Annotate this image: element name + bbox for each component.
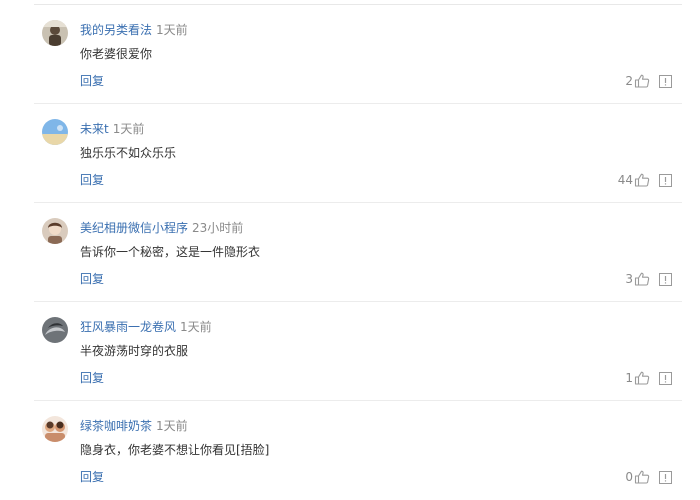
comment-text: 告诉你一个秘密，这是一件隐形衣	[80, 245, 261, 259]
timestamp: 23小时前	[192, 221, 244, 235]
comment-item: 绿茶咖啡奶茶 1天前 隐身衣，你老婆不想让你看见[捂脸] 回复 0	[0, 401, 700, 500]
comment-text: 你老婆很爱你	[80, 47, 153, 61]
thumbs-up-icon[interactable]	[634, 371, 650, 385]
timestamp: 1天前	[112, 122, 145, 136]
like-count: 1	[625, 371, 633, 385]
like-count: 0	[625, 470, 633, 484]
comment-meta: 绿茶咖啡奶茶 1天前	[80, 417, 188, 435]
report-icon[interactable]	[659, 371, 672, 385]
thumbs-up-icon[interactable]	[634, 470, 650, 484]
comment-meta: 狂风暴雨一龙卷风 1天前	[80, 318, 212, 336]
report-icon[interactable]	[659, 74, 672, 88]
reply-button[interactable]: 回复	[80, 468, 104, 486]
timestamp: 1天前	[156, 419, 188, 433]
username-link[interactable]: 美纪相册微信小程序	[80, 221, 188, 235]
thumbs-up-icon[interactable]	[634, 173, 650, 187]
comment-item: 我的另类看法 1天前 你老婆很爱你 回复 2	[0, 5, 700, 104]
comment-actions: 1	[625, 369, 672, 387]
username-link[interactable]: 狂风暴雨一龙卷风	[80, 320, 176, 334]
comment-actions: 3	[625, 270, 672, 288]
comment-meta: 未来t 1天前	[80, 120, 144, 138]
timestamp: 1天前	[180, 320, 212, 334]
reply-button[interactable]: 回复	[80, 171, 104, 189]
timestamp: 1天前	[156, 23, 188, 37]
username-link[interactable]: 未来t	[80, 122, 109, 136]
comment-meta: 美纪相册微信小程序 23小时前	[80, 219, 243, 237]
comment-actions: 0	[625, 468, 672, 486]
like-count: 2	[625, 74, 633, 88]
username-link[interactable]: 我的另类看法	[80, 23, 152, 37]
comment-actions: 2	[625, 72, 672, 90]
avatar[interactable]	[42, 218, 68, 244]
avatar[interactable]	[42, 20, 68, 46]
reply-button[interactable]: 回复	[80, 72, 104, 90]
report-icon[interactable]	[659, 470, 672, 484]
comment-actions: 44	[618, 171, 672, 189]
reply-button[interactable]: 回复	[80, 270, 104, 288]
comment-text: 半夜游荡时穿的衣服	[80, 344, 189, 358]
comment-meta: 我的另类看法 1天前	[80, 21, 188, 39]
comment-text: 隐身衣，你老婆不想让你看见[捂脸]	[80, 443, 270, 457]
reply-button[interactable]: 回复	[80, 369, 104, 387]
comment-item: 狂风暴雨一龙卷风 1天前 半夜游荡时穿的衣服 回复 1	[0, 302, 700, 401]
username-link[interactable]: 绿茶咖啡奶茶	[80, 419, 152, 433]
report-icon[interactable]	[659, 272, 672, 286]
comment-item: 未来t 1天前 独乐乐不如众乐乐 回复 44	[0, 104, 700, 203]
comment-item: 美纪相册微信小程序 23小时前 告诉你一个秘密，这是一件隐形衣 回复 3	[0, 203, 700, 302]
like-count: 3	[625, 272, 633, 286]
avatar[interactable]	[42, 416, 68, 442]
avatar[interactable]	[42, 119, 68, 145]
thumbs-up-icon[interactable]	[634, 272, 650, 286]
thumbs-up-icon[interactable]	[634, 74, 650, 88]
report-icon[interactable]	[659, 173, 672, 187]
comment-text: 独乐乐不如众乐乐	[80, 146, 177, 160]
avatar[interactable]	[42, 317, 68, 343]
like-count: 44	[617, 173, 633, 187]
